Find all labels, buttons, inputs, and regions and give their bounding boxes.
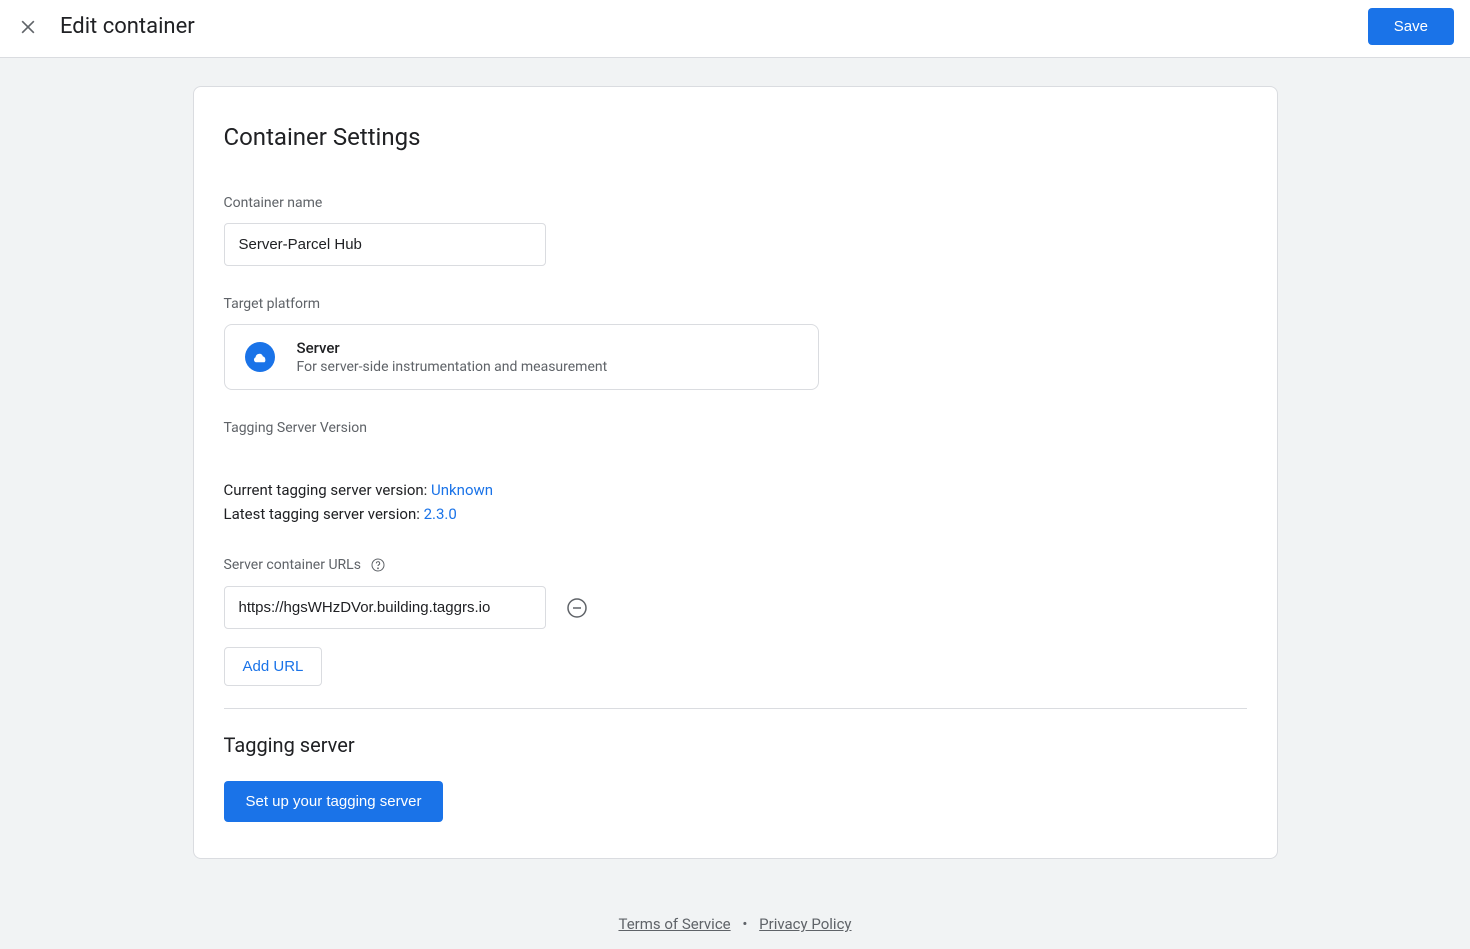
container-name-input[interactable] — [224, 223, 546, 266]
close-icon[interactable] — [16, 15, 40, 39]
divider — [224, 708, 1247, 709]
footer: Terms of Service • Privacy Policy — [0, 899, 1470, 949]
server-url-input[interactable] — [224, 586, 546, 629]
target-platform-label: Target platform — [224, 296, 1247, 312]
container-name-label: Container name — [224, 195, 1247, 211]
cloud-icon — [245, 342, 275, 372]
current-version-row: Current tagging server version: Unknown — [224, 478, 1247, 502]
latest-version-row: Latest tagging server version: 2.3.0 — [224, 502, 1247, 526]
page-title: Edit container — [60, 14, 195, 39]
settings-card: Container Settings Container name Target… — [193, 86, 1278, 859]
privacy-link[interactable]: Privacy Policy — [759, 915, 851, 933]
settings-heading: Container Settings — [224, 123, 1247, 151]
current-version-link[interactable]: Unknown — [431, 481, 493, 499]
save-button[interactable]: Save — [1368, 8, 1454, 45]
tagging-version-label: Tagging Server Version — [224, 420, 1247, 436]
header-bar: Edit container Save — [0, 0, 1470, 58]
latest-version-link[interactable]: 2.3.0 — [424, 505, 457, 523]
add-url-button[interactable]: Add URL — [224, 647, 323, 686]
setup-tagging-server-button[interactable]: Set up your tagging server — [224, 781, 444, 822]
platform-name: Server — [297, 339, 608, 357]
url-row — [224, 586, 1247, 629]
platform-text: Server For server-side instrumentation a… — [297, 339, 608, 375]
terms-link[interactable]: Terms of Service — [618, 915, 730, 933]
page-background: Container Settings Container name Target… — [0, 58, 1470, 899]
current-version-text: Current tagging server version: — [224, 481, 432, 499]
remove-url-icon[interactable] — [564, 595, 590, 621]
server-urls-label-row: Server container URLs — [224, 556, 1247, 574]
footer-separator: • — [742, 915, 747, 933]
header-left: Edit container — [16, 14, 195, 39]
server-urls-label: Server container URLs — [224, 557, 361, 573]
target-platform-box[interactable]: Server For server-side instrumentation a… — [224, 324, 819, 390]
latest-version-text: Latest tagging server version: — [224, 505, 424, 523]
tagging-server-heading: Tagging server — [224, 733, 1247, 757]
help-icon[interactable] — [369, 556, 387, 574]
platform-description: For server-side instrumentation and meas… — [297, 359, 608, 375]
